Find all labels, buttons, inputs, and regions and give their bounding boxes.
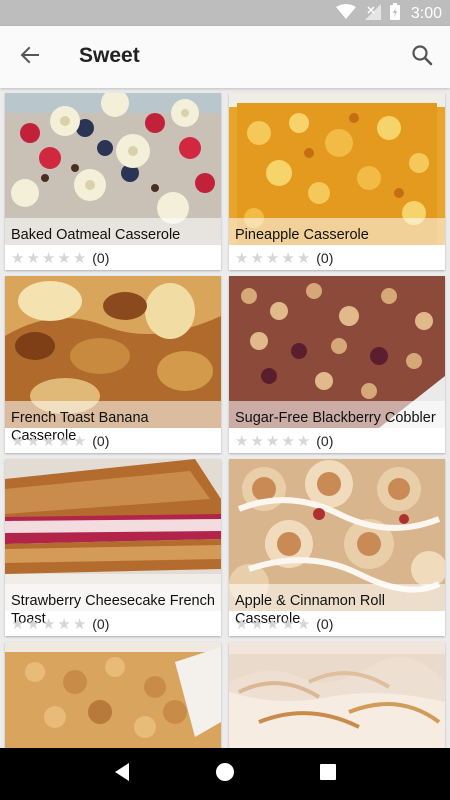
- nav-home-button[interactable]: [205, 754, 245, 794]
- system-nav-bar: [0, 748, 450, 800]
- status-icons: 3:00: [335, 3, 442, 25]
- star-icon: ★: [250, 615, 264, 633]
- recipe-image: [229, 642, 445, 748]
- recipe-card[interactable]: Baked Oatmeal Casserole ★ ★ ★ ★ ★ (0): [5, 93, 221, 270]
- signal-icon: [364, 3, 381, 25]
- star-icon: ★: [250, 432, 264, 450]
- rating-stars: ★ ★ ★ ★ ★ (0): [235, 432, 333, 450]
- nav-recents-icon: [319, 763, 337, 786]
- nav-recents-button[interactable]: [308, 754, 348, 794]
- rating-count: (0): [316, 616, 334, 632]
- app-bar: Sweet: [0, 26, 450, 88]
- recipe-image: [5, 642, 221, 748]
- rating-count: (0): [92, 616, 110, 632]
- star-icon: ★: [26, 432, 40, 450]
- star-icon: ★: [265, 615, 280, 633]
- rating-stars: ★ ★ ★ ★ ★ (0): [11, 432, 109, 450]
- rating-stars: ★ ★ ★ ★ ★ (0): [11, 249, 109, 267]
- recipe-card[interactable]: [5, 642, 221, 748]
- star-icon: ★: [41, 249, 56, 267]
- rating-stars: ★ ★ ★ ★ ★ (0): [235, 615, 333, 633]
- rating-count: (0): [316, 250, 334, 266]
- search-icon: [411, 44, 433, 71]
- star-icon: ★: [265, 432, 280, 450]
- recipe-grid: Baked Oatmeal Casserole ★ ★ ★ ★ ★ (0) Pineap…: [0, 88, 450, 748]
- search-button[interactable]: [406, 41, 438, 73]
- star-icon: ★: [11, 432, 25, 450]
- star-icon: ★: [11, 615, 25, 633]
- rating-count: (0): [316, 433, 334, 449]
- star-icon: ★: [281, 615, 295, 633]
- star-icon: ★: [281, 432, 295, 450]
- recipe-card[interactable]: French Toast Banana Casserole ★ ★ ★ ★ ★ (0): [5, 276, 221, 453]
- recipe-card[interactable]: Apple & Cinnamon Roll Casserole ★ ★ ★ ★ ★ (0…: [229, 459, 445, 636]
- star-icon: ★: [265, 249, 280, 267]
- star-icon: ★: [41, 615, 56, 633]
- star-icon: ★: [235, 432, 249, 450]
- star-icon: ★: [57, 432, 71, 450]
- nav-home-icon: [215, 762, 235, 787]
- star-icon: ★: [72, 615, 87, 633]
- star-icon: ★: [57, 615, 71, 633]
- rating-stars: ★ ★ ★ ★ ★ (0): [11, 615, 109, 633]
- page-title: Sweet: [79, 44, 140, 67]
- star-icon: ★: [296, 615, 311, 633]
- recipe-card[interactable]: [229, 642, 445, 748]
- star-icon: ★: [296, 432, 311, 450]
- wifi-icon: [335, 3, 356, 25]
- star-icon: ★: [41, 432, 56, 450]
- nav-back-button[interactable]: [102, 754, 142, 794]
- status-bar: 3:00: [0, 0, 450, 26]
- star-icon: ★: [26, 615, 40, 633]
- rating-count: (0): [92, 433, 110, 449]
- rating-count: (0): [92, 250, 110, 266]
- star-icon: ★: [235, 615, 249, 633]
- back-button[interactable]: [14, 41, 46, 73]
- recipe-card[interactable]: Strawberry Cheesecake French Toast ★ ★ ★ ★ ★…: [5, 459, 221, 636]
- battery-icon: [389, 3, 400, 25]
- arrow-back-icon: [20, 45, 40, 70]
- star-icon: ★: [296, 249, 311, 267]
- star-icon: ★: [57, 249, 71, 267]
- recipe-card[interactable]: Pineapple Casserole ★ ★ ★ ★ ★ (0): [229, 93, 445, 270]
- star-icon: ★: [72, 432, 87, 450]
- star-icon: ★: [72, 249, 87, 267]
- star-icon: ★: [26, 249, 40, 267]
- status-time: 3:00: [410, 5, 442, 22]
- recipe-card[interactable]: Sugar-Free Blackberry Cobbler ★ ★ ★ ★ ★ (0): [229, 276, 445, 453]
- star-icon: ★: [281, 249, 295, 267]
- star-icon: ★: [250, 249, 264, 267]
- nav-back-icon: [113, 762, 131, 787]
- rating-stars: ★ ★ ★ ★ ★ (0): [235, 249, 333, 267]
- star-icon: ★: [235, 249, 249, 267]
- star-icon: ★: [11, 249, 25, 267]
